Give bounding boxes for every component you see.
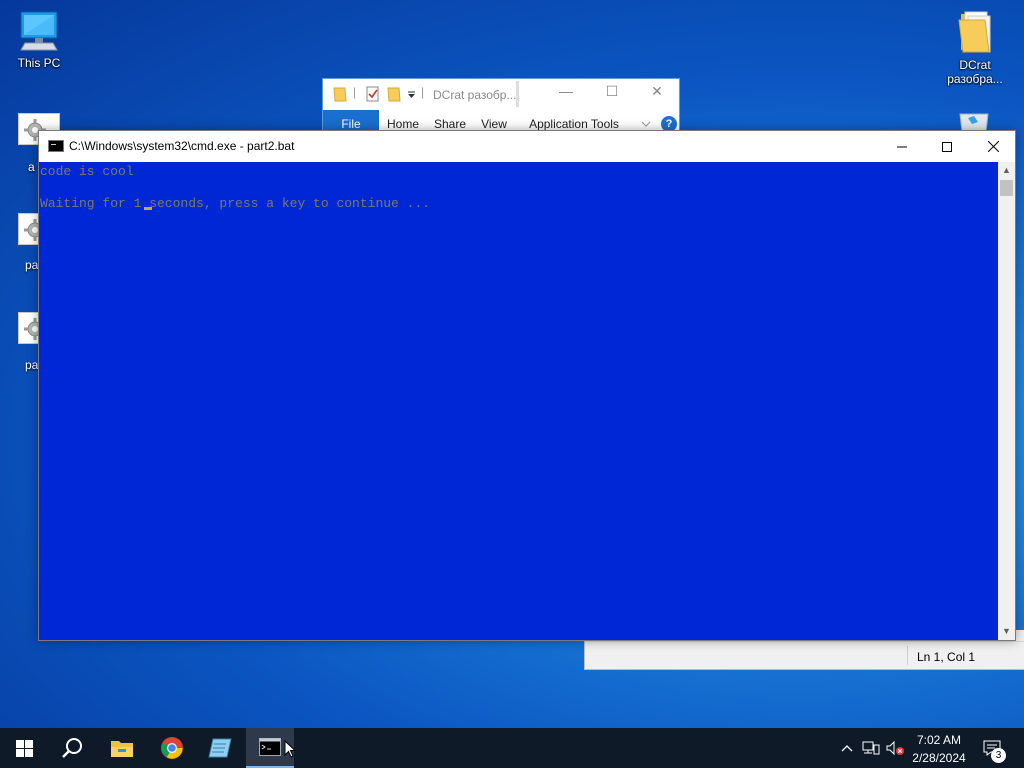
search-icon [62,738,82,758]
explorer-close-button[interactable]: ✕ [640,83,674,105]
desktop-icon-dcrat-folder[interactable]: DCrat разобра... [937,10,1013,86]
cmd-minimize-button[interactable] [879,131,925,162]
console-output[interactable]: code is cool Waiting for 1 seconds, pres… [39,162,999,640]
title-divider [516,81,519,107]
taskbar-file-explorer[interactable] [98,728,146,768]
console-scrollbar[interactable]: ▲ ▼ [998,162,1015,640]
scroll-up-arrow-icon[interactable]: ▲ [998,162,1015,179]
dcrat-folder-label: DCrat разобра... [947,58,1003,86]
taskbar-clock[interactable]: 7:02 AM 2/28/2024 [903,732,975,766]
cmd-app-icon [48,140,64,152]
mouse-pointer-icon [284,740,296,758]
cursor-position: Ln 1, Col 1 [917,650,976,664]
new-folder-icon[interactable] [387,86,401,102]
cmd-close-button[interactable] [970,131,1016,162]
folder-icon [333,87,347,102]
desktop-icon-this-pc[interactable]: This PC [1,10,77,70]
taskbar-notepad-app[interactable] [196,728,244,768]
maximize-icon [942,141,952,152]
notepad-icon [208,738,232,758]
properties-icon[interactable] [365,86,381,102]
desktop-file-label-2: pa [25,258,39,272]
explorer-titlebar[interactable]: | | DCrat разобр... — ☐ ✕ [323,79,679,109]
start-button[interactable] [0,728,48,768]
folder-icon [958,11,991,53]
recycle-bin-icon[interactable] [956,108,992,133]
desktop-file-label-3: pa [25,358,39,372]
notification-count-badge: 3 [991,748,1006,763]
explorer-title: DCrat разобр... [433,88,517,102]
taskbar: 7:02 AM 2/28/2024 [0,728,1024,768]
scroll-down-arrow-icon[interactable]: ▼ [998,623,1015,640]
text-cursor [144,207,152,210]
folder-icon [111,741,133,757]
cmd-icon [259,738,281,756]
status-separator [907,646,908,665]
this-pc-label: This PC [17,56,61,70]
cmd-maximize-button[interactable] [924,131,970,162]
close-icon [987,141,999,152]
minimize-icon [897,146,907,147]
chrome-icon [161,737,183,759]
console-line: code is cool [40,164,134,179]
clock-time: 7:02 AM [916,733,962,747]
qa-separator: | [421,85,425,99]
cmd-titlebar[interactable]: C:\Windows\system32\cmd.exe - part2.bat [39,131,1015,162]
volume-muted-icon [886,740,904,756]
cmd-title: C:\Windows\system32\cmd.exe - part2.bat [69,139,295,153]
chevron-down-icon[interactable] [641,120,651,128]
taskbar-chrome[interactable] [148,728,196,768]
scrollbar-thumb[interactable] [1000,180,1013,196]
clock-date: 2/28/2024 [912,751,966,765]
notepad-status-bar: Ln 1, Col 1 [585,641,1024,669]
customize-dropdown-icon[interactable] [407,91,416,99]
cmd-window[interactable]: C:\Windows\system32\cmd.exe - part2.bat … [38,130,1016,641]
show-hidden-icons-button[interactable] [838,728,856,768]
qa-separator: | [353,85,357,99]
desktop-file-label-1: a [28,160,35,174]
chevron-up-icon [841,745,853,752]
explorer-minimize-button[interactable]: — [549,83,583,105]
search-button[interactable] [48,728,96,768]
network-icon [862,741,880,755]
network-tray-button[interactable] [860,728,882,768]
windows-logo-icon [15,739,33,757]
file-explorer-window[interactable]: | | DCrat разобр... — ☐ ✕ File Home Shar… [322,78,680,138]
console-line: Waiting for 1 seconds, press a key to co… [40,196,431,211]
this-pc-icon [20,11,58,51]
explorer-maximize-button[interactable]: ☐ [595,83,629,105]
